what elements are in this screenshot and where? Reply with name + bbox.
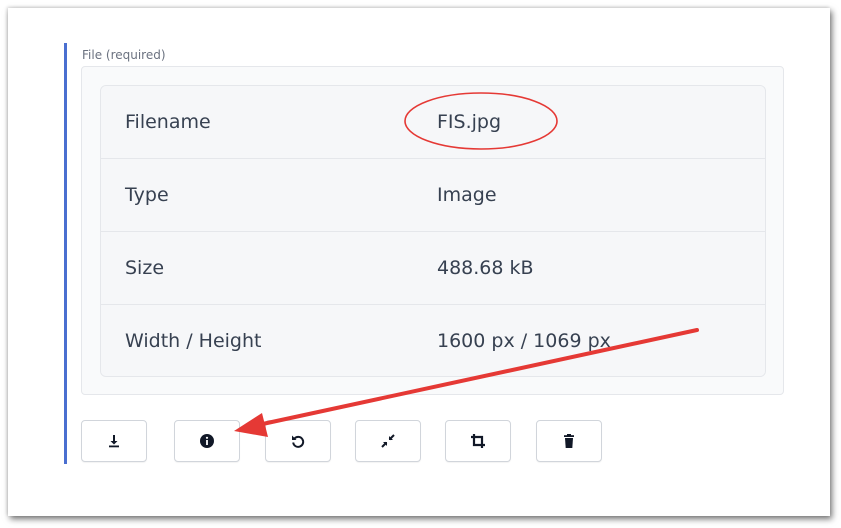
rotate-button[interactable] bbox=[265, 420, 331, 462]
crop-icon bbox=[470, 433, 486, 449]
filename-value: FIS.jpg bbox=[437, 111, 502, 133]
crop-button[interactable] bbox=[445, 420, 511, 462]
trash-icon bbox=[561, 433, 577, 449]
file-info-table: Filename FIS.jpg Type Image Size 488.68 … bbox=[100, 85, 766, 377]
file-actions-toolbar bbox=[81, 420, 641, 464]
table-row-filename: Filename FIS.jpg bbox=[101, 86, 765, 159]
rotate-icon bbox=[290, 433, 306, 449]
field-accent-bar bbox=[64, 43, 67, 464]
table-row-dimensions: Width / Height 1600 px / 1069 px bbox=[101, 305, 765, 376]
type-value: Image bbox=[437, 184, 497, 206]
compress-icon bbox=[380, 433, 396, 449]
download-icon bbox=[106, 433, 122, 449]
download-button[interactable] bbox=[81, 420, 147, 462]
row-key: Filename bbox=[125, 111, 211, 133]
table-row-size: Size 488.68 kB bbox=[101, 232, 765, 305]
row-key: Width / Height bbox=[125, 330, 262, 352]
dimensions-value: 1600 px / 1069 px bbox=[437, 330, 611, 352]
row-key: Type bbox=[125, 184, 169, 206]
field-label: File (required) bbox=[82, 48, 166, 62]
info-icon bbox=[199, 433, 215, 449]
table-row-type: Type Image bbox=[101, 159, 765, 232]
compress-button[interactable] bbox=[355, 420, 421, 462]
info-button[interactable] bbox=[174, 420, 240, 462]
row-key: Size bbox=[125, 257, 165, 279]
delete-button[interactable] bbox=[536, 420, 602, 462]
size-value: 488.68 kB bbox=[437, 257, 534, 279]
